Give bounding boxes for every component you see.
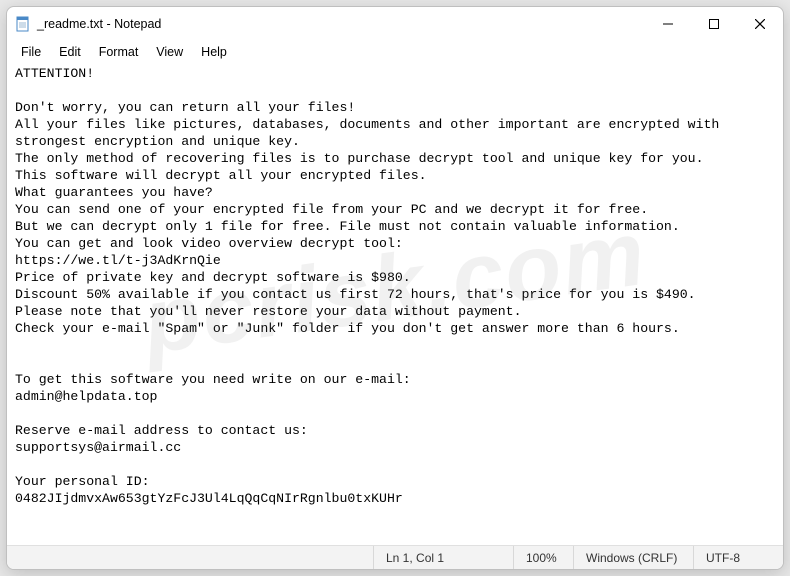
status-line-ending: Windows (CRLF) xyxy=(573,546,693,569)
menu-view[interactable]: View xyxy=(148,43,191,61)
titlebar[interactable]: _readme.txt - Notepad xyxy=(7,7,783,41)
text-area[interactable]: ATTENTION! Don't worry, you can return a… xyxy=(7,63,783,545)
window-controls xyxy=(645,7,783,41)
menu-format[interactable]: Format xyxy=(91,43,147,61)
status-position: Ln 1, Col 1 xyxy=(373,546,513,569)
menu-edit[interactable]: Edit xyxy=(51,43,89,61)
document-text: ATTENTION! Don't worry, you can return a… xyxy=(15,66,727,506)
window-title: _readme.txt - Notepad xyxy=(37,17,161,31)
status-zoom[interactable]: 100% xyxy=(513,546,573,569)
menu-file[interactable]: File xyxy=(13,43,49,61)
close-button[interactable] xyxy=(737,7,783,41)
menubar: File Edit Format View Help xyxy=(7,41,783,63)
maximize-button[interactable] xyxy=(691,7,737,41)
notepad-window: _readme.txt - Notepad File Edit Format V… xyxy=(6,6,784,570)
minimize-button[interactable] xyxy=(645,7,691,41)
menu-help[interactable]: Help xyxy=(193,43,235,61)
status-encoding: UTF-8 xyxy=(693,546,783,569)
statusbar: Ln 1, Col 1 100% Windows (CRLF) UTF-8 xyxy=(7,545,783,569)
notepad-icon xyxy=(15,16,31,32)
